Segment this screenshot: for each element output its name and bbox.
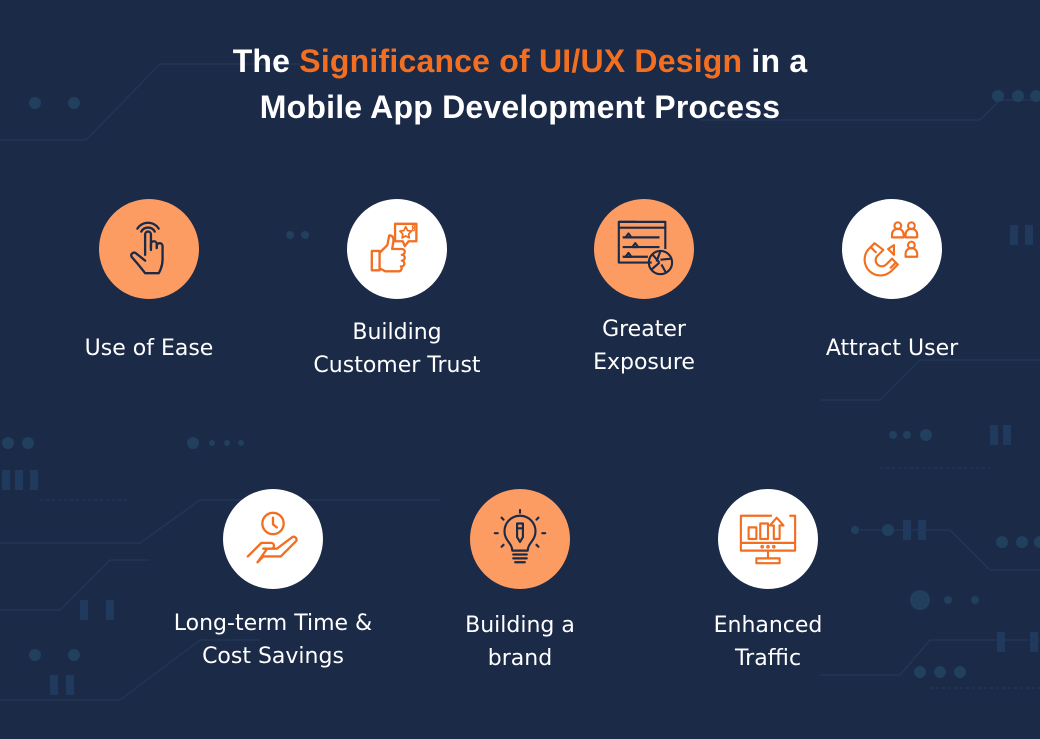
page-title: The Significance of UI/UX Design in a Mo… <box>0 38 1040 130</box>
title-highlight: Significance of UI/UX Design <box>299 43 743 79</box>
item-label: Greater Exposure <box>593 317 695 375</box>
monitor-growth-icon <box>739 514 797 565</box>
item-circle <box>347 199 447 299</box>
item-use-of-ease: Use of Ease <box>19 199 279 365</box>
item-label: Enhanced Traffic <box>713 613 823 671</box>
item-building-a-brand: Building a brand <box>390 489 650 675</box>
item-circle <box>594 199 694 299</box>
item-enhanced-traffic: Enhanced Traffic <box>638 489 898 675</box>
tap-hand-icon <box>130 221 164 275</box>
item-circle <box>718 489 818 589</box>
item-circle <box>470 489 570 589</box>
item-label: Use of Ease <box>84 336 214 361</box>
settings-aperture-icon <box>617 220 674 276</box>
title-suffix: in a <box>742 43 808 79</box>
item-building-customer-trust: Building Customer Trust <box>267 199 527 382</box>
idea-bulb-pen-icon <box>493 508 547 564</box>
title-prefix: The <box>232 43 300 79</box>
item-label: Long-term Time & Cost Savings <box>173 611 373 669</box>
item-circle <box>223 489 323 589</box>
thumbs-up-review-icon <box>370 222 418 273</box>
magnet-users-icon <box>863 221 919 277</box>
item-label: Building Customer Trust <box>313 320 481 378</box>
item-label: Attract User <box>825 336 959 361</box>
item-greater-exposure: Greater Exposure <box>514 199 774 379</box>
item-long-term-savings: Long-term Time & Cost Savings <box>143 489 403 673</box>
item-attract-user: Attract User <box>762 199 1022 365</box>
item-label: Building a brand <box>465 613 575 671</box>
item-circle <box>99 199 199 299</box>
item-circle <box>842 199 942 299</box>
title-line-2: Mobile App Development Process <box>259 89 781 125</box>
hand-clock-icon <box>246 511 298 564</box>
title-line-1: The Significance of UI/UX Design in a <box>0 38 1040 84</box>
